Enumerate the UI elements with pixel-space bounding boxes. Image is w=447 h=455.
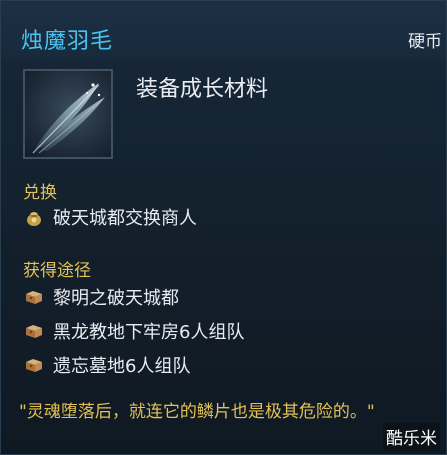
acquire-entry[interactable]: 黑龙教地下牢房6人组队 bbox=[23, 318, 244, 344]
exchange-entry-label: 破天城都交换商人 bbox=[53, 208, 197, 229]
map-scroll-icon bbox=[26, 325, 42, 338]
acquire-entry-label: 黎明之破天城都 bbox=[53, 288, 179, 309]
acquire-entry[interactable]: 遗忘墓地6人组队 bbox=[23, 352, 190, 378]
item-type: 装备成长材料 bbox=[136, 77, 269, 102]
item-tooltip: 烛魔羽毛 硬币 装备成长材料 兑换 破天城都交换商人 获得途径 黎明之破天城都 … bbox=[0, 0, 447, 455]
flavor-text: "灵魂堕落后，就连它的鳞片也是极其危险的。" bbox=[19, 402, 375, 422]
item-name: 烛魔羽毛 bbox=[21, 29, 114, 54]
coin-bag-icon bbox=[27, 212, 41, 226]
feather-icon bbox=[32, 83, 105, 154]
map-scroll-icon bbox=[26, 291, 42, 304]
exchange-heading: 兑换 bbox=[23, 183, 57, 203]
currency-label: 硬币 bbox=[408, 32, 442, 52]
exchange-entry[interactable]: 破天城都交换商人 bbox=[23, 204, 197, 230]
acquire-heading: 获得途径 bbox=[23, 261, 91, 281]
acquire-entry-label: 黑龙教地下牢房6人组队 bbox=[53, 322, 245, 343]
map-scroll-icon bbox=[26, 359, 42, 372]
watermark: 酷乐米 bbox=[383, 423, 440, 450]
acquire-entry[interactable]: 黎明之破天城都 bbox=[23, 284, 179, 310]
acquire-entry-label: 遗忘墓地6人组队 bbox=[53, 356, 191, 377]
item-icon-slot[interactable] bbox=[23, 69, 113, 159]
